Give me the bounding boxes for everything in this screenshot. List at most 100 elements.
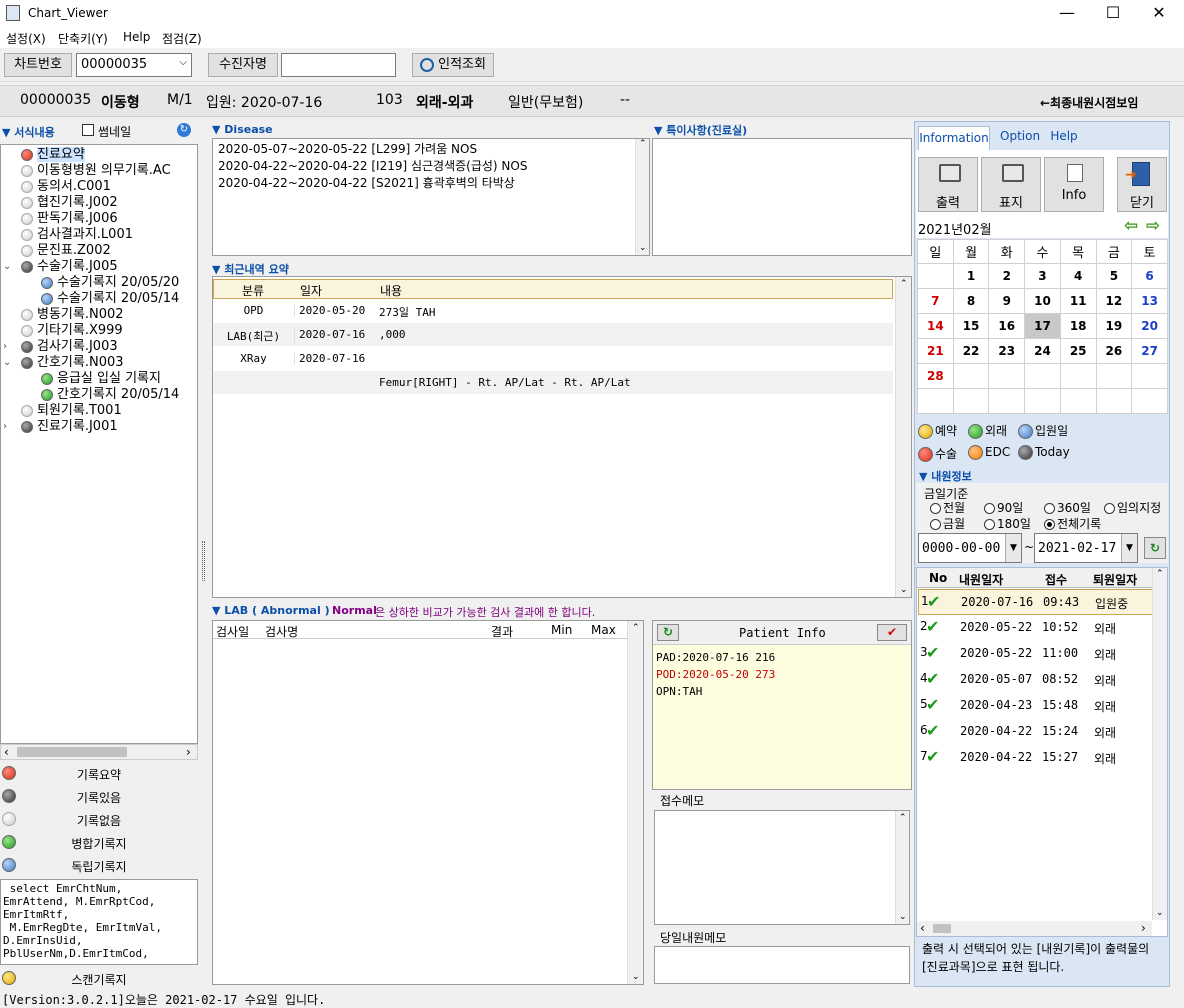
- recent-row[interactable]: LAB(최근) 2020-07-16 ,000: [213, 323, 893, 346]
- radio-icon[interactable]: [930, 519, 941, 530]
- recent-row[interactable]: OPD 2020-05-20 273일 TAH: [213, 299, 893, 322]
- calendar-day[interactable]: 28: [917, 363, 954, 389]
- thumbnail-checkbox[interactable]: [82, 124, 94, 136]
- chart-no-select[interactable]: 00000035 ⌵: [76, 53, 192, 77]
- calendar-day[interactable]: 6: [1131, 263, 1168, 289]
- tree-item[interactable]: 검사결과지.L001: [9, 227, 133, 243]
- calendar-day[interactable]: 26: [1095, 338, 1133, 364]
- calendar-day[interactable]: 19: [1095, 313, 1133, 339]
- tab-information[interactable]: Information: [918, 126, 990, 150]
- tree-item[interactable]: 협진기록.J002: [9, 195, 118, 211]
- maximize-button[interactable]: ☐: [1090, 0, 1136, 28]
- menu-settings[interactable]: 설정(X): [6, 30, 46, 47]
- visit-row[interactable]: 5 ✔ 2020-04-23 15:48 외래: [918, 693, 1153, 719]
- tree-item[interactable]: 판독기록.J006: [9, 211, 118, 227]
- scroll-down-icon[interactable]: ⌄: [900, 585, 908, 595]
- disease-list[interactable]: 2020-05-07~2020-05-22 [L299] 가려움 NOS 2020…: [212, 138, 650, 256]
- scroll-up-icon[interactable]: ⌃: [1156, 569, 1164, 579]
- calendar-day[interactable]: 7: [917, 288, 954, 314]
- tree-item[interactable]: ⌄ 간호기록.N003: [3, 355, 124, 371]
- disease-vscroll[interactable]: ⌃ ⌄: [635, 139, 649, 255]
- tree-item[interactable]: 간호기록지 20/05/14: [29, 387, 179, 403]
- tree-item[interactable]: 문진표.Z002: [9, 243, 111, 259]
- calendar-day[interactable]: 3: [1024, 263, 1061, 289]
- tree-item[interactable]: 병동기록.N002: [9, 307, 124, 323]
- visit-hscroll[interactable]: ‹ ›: [917, 921, 1152, 936]
- radio-icon[interactable]: [1104, 503, 1115, 514]
- scan-record-row[interactable]: 스캔기록지: [0, 967, 198, 989]
- tree-item[interactable]: 수술기록지 20/05/14: [29, 291, 179, 307]
- calendar-day[interactable]: 2: [988, 263, 1026, 289]
- scroll-left-icon[interactable]: ‹: [920, 921, 925, 935]
- visit-row[interactable]: 2 ✔ 2020-05-22 10:52 외래: [918, 615, 1153, 641]
- calendar-day[interactable]: 23: [988, 338, 1026, 364]
- recent-row[interactable]: XRay 2020-07-16: [213, 347, 893, 370]
- cover-button[interactable]: 표지: [981, 157, 1041, 212]
- radio-icon[interactable]: [930, 503, 941, 514]
- splitter-grip[interactable]: [202, 541, 205, 581]
- refresh-icon[interactable]: ↻: [177, 123, 191, 137]
- range-radio[interactable]: 360일: [1044, 499, 1091, 516]
- minimize-button[interactable]: —: [1044, 0, 1090, 28]
- menu-check[interactable]: 점검(Z): [162, 30, 202, 47]
- scroll-thumb[interactable]: [933, 924, 951, 933]
- tree-item[interactable]: ⌄ 수술기록.J005: [3, 259, 118, 275]
- date-to-field[interactable]: 2021-02-17 ▼: [1034, 533, 1138, 563]
- disease-item[interactable]: 2020-04-22~2020-04-22 [I219] 심근경색증(급성) N…: [218, 158, 527, 175]
- visit-row[interactable]: 4 ✔ 2020-05-07 08:52 외래: [918, 667, 1153, 693]
- visit-row[interactable]: 6 ✔ 2020-04-22 15:24 외래: [918, 719, 1153, 745]
- radio-icon[interactable]: [1044, 519, 1055, 530]
- memo-vscroll[interactable]: ⌃ ⌄: [895, 811, 909, 924]
- lab-vscroll[interactable]: ⌃ ⌄: [627, 621, 643, 984]
- tree-item[interactable]: 진료요약: [9, 147, 85, 163]
- scroll-up-icon[interactable]: ⌃: [899, 813, 907, 823]
- scroll-right-icon[interactable]: ›: [186, 745, 191, 759]
- visit-row[interactable]: 1 ✔ 2020-07-16 09:43 입원중: [918, 589, 1153, 615]
- range-radio[interactable]: 전월: [930, 499, 965, 516]
- range-radio[interactable]: 금월: [930, 515, 965, 532]
- menu-help[interactable]: Help: [123, 30, 150, 44]
- recent-vscroll[interactable]: ⌃ ⌄: [895, 277, 911, 597]
- refresh-icon[interactable]: ↻: [657, 624, 679, 641]
- date-from-dropdown-icon[interactable]: ▼: [1005, 534, 1021, 562]
- info-button[interactable]: Info: [1044, 157, 1104, 212]
- reception-memo-input[interactable]: ⌃ ⌄: [654, 810, 910, 925]
- tree-expander-icon[interactable]: ⌄: [3, 259, 11, 275]
- scroll-down-icon[interactable]: ⌄: [639, 243, 647, 253]
- calendar-day[interactable]: 5: [1095, 263, 1133, 289]
- calendar-day[interactable]: 8: [952, 288, 990, 314]
- visit-vscroll[interactable]: ⌃ ⌄: [1152, 568, 1167, 920]
- daily-memo-input[interactable]: [654, 946, 910, 984]
- calendar-day[interactable]: 24: [1024, 338, 1061, 364]
- tree-item[interactable]: 동의서.C001: [9, 179, 111, 195]
- tree-expander-icon[interactable]: ›: [3, 419, 7, 435]
- tree-item[interactable]: › 진료기록.J001: [3, 419, 118, 435]
- scroll-up-icon[interactable]: ⌃: [632, 623, 640, 633]
- refresh-icon[interactable]: ↻: [1144, 537, 1166, 559]
- scroll-right-icon[interactable]: ›: [1141, 921, 1146, 935]
- tree-item[interactable]: 수술기록지 20/05/20: [29, 275, 179, 291]
- scroll-left-icon[interactable]: ‹: [4, 745, 9, 759]
- disease-item[interactable]: 2020-04-22~2020-04-22 [S2021] 흉곽후벽의 타박상: [218, 175, 527, 192]
- date-from-field[interactable]: 0000-00-00 ▼: [918, 533, 1022, 563]
- calendar-day[interactable]: 10: [1024, 288, 1061, 314]
- print-button[interactable]: 출력: [918, 157, 978, 212]
- tree-item[interactable]: 응급실 입실 기록지: [29, 371, 161, 387]
- visit-row[interactable]: 7 ✔ 2020-04-22 15:27 외래: [918, 745, 1153, 771]
- patient-name-input[interactable]: [281, 53, 396, 77]
- chevron-down-icon[interactable]: ⌵: [179, 57, 187, 68]
- calendar-day[interactable]: 22: [952, 338, 990, 364]
- calendar-day[interactable]: 21: [917, 338, 954, 364]
- calendar-day[interactable]: 17: [1024, 313, 1061, 339]
- menu-shortcuts[interactable]: 단축키(Y): [58, 30, 108, 47]
- tree-expander-icon[interactable]: ⌄: [3, 355, 11, 371]
- close-button[interactable]: ✕: [1136, 0, 1182, 28]
- range-radio[interactable]: 임의지정: [1104, 499, 1161, 516]
- calendar-day[interactable]: 12: [1095, 288, 1133, 314]
- scroll-down-icon[interactable]: ⌄: [632, 972, 640, 982]
- range-radio[interactable]: 전체기록: [1044, 515, 1101, 532]
- scroll-up-icon[interactable]: ⌃: [900, 279, 908, 289]
- scroll-up-icon[interactable]: ⌃: [639, 139, 647, 149]
- calendar-day[interactable]: 1: [952, 263, 990, 289]
- next-month-icon[interactable]: ⇨: [1146, 216, 1160, 236]
